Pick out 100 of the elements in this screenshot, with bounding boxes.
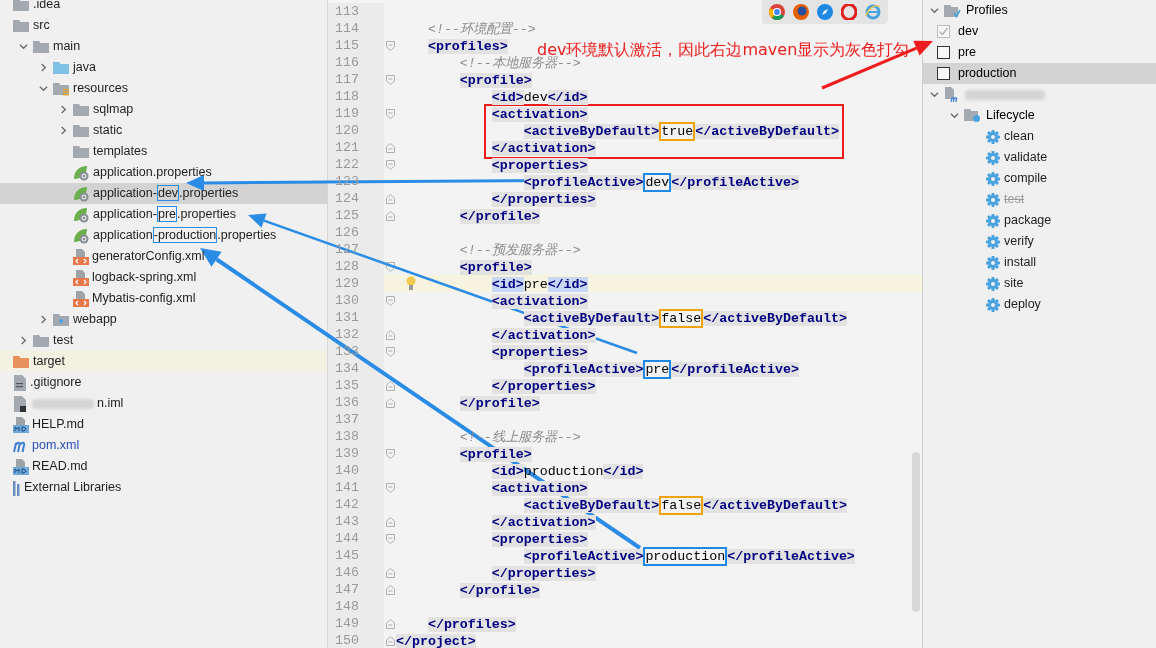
chevron-icon[interactable] — [18, 42, 28, 51]
fold-marker-icon[interactable] — [385, 261, 395, 272]
tree-row[interactable]: application-dev.properties — [0, 183, 327, 204]
code-line: <id>pre</id> — [490, 277, 588, 292]
tree-label: Lifecycle — [986, 107, 1035, 125]
chevron-icon[interactable] — [58, 126, 68, 135]
file-name: webapp — [73, 311, 117, 329]
fold-marker-icon[interactable] — [385, 40, 395, 51]
fold-marker-icon[interactable] — [385, 329, 395, 340]
chevron-icon[interactable] — [930, 6, 939, 15]
file-name: n.iml — [97, 395, 124, 413]
tree-row[interactable]: webapp — [0, 309, 327, 330]
tree-row[interactable]: logback-spring.xml — [0, 267, 327, 288]
tree-row[interactable]: .gitignore — [0, 372, 327, 393]
tree-row[interactable]: pom.xml — [0, 435, 327, 456]
markdown-file-icon — [13, 416, 29, 433]
tree-row[interactable]: n.iml — [0, 393, 327, 414]
tree-label: Profiles — [966, 2, 1008, 20]
tree-row[interactable]: Mybatis-config.xml — [0, 288, 327, 309]
lifecycle-goal[interactable]: site — [923, 273, 1156, 294]
tree-row[interactable]: java — [0, 57, 327, 78]
fold-marker-icon[interactable] — [385, 448, 395, 459]
lifecycle-goal[interactable]: validate — [923, 147, 1156, 168]
tree-row[interactable]: application-production.properties — [0, 225, 327, 246]
line-number: 120 — [335, 123, 359, 138]
tree-row[interactable]: generatorConfig.xml — [0, 246, 327, 267]
tree-row[interactable]: resources — [0, 78, 327, 99]
tree-row[interactable]: target — [0, 351, 327, 372]
compass-icon[interactable] — [817, 4, 833, 20]
lifecycle-goal[interactable]: clean — [923, 126, 1156, 147]
tree-row[interactable]: static — [0, 120, 327, 141]
browser-icon[interactable] — [841, 4, 857, 20]
lightbulb-icon[interactable] — [406, 276, 416, 291]
folder-icon — [73, 123, 90, 138]
tree-row[interactable]: READ.md — [0, 456, 327, 477]
tree-row[interactable]: templates — [0, 141, 327, 162]
checkbox[interactable] — [937, 67, 950, 80]
file-name: External Libraries — [24, 479, 122, 497]
tree-row[interactable]: sqlmap — [0, 99, 327, 120]
lifecycle-goal[interactable]: install — [923, 252, 1156, 273]
line-number: 148 — [335, 599, 359, 614]
lifecycle-goal[interactable]: verify — [923, 231, 1156, 252]
scrollbar[interactable] — [912, 452, 920, 612]
tree-row[interactable]: test — [0, 330, 327, 351]
profile-name: production — [958, 65, 1017, 83]
code-line: <!--预发服务器--> — [458, 243, 581, 258]
code-line: <profileActive>dev</profileActive> — [522, 175, 799, 190]
gear-icon — [986, 255, 1000, 270]
fold-marker-icon[interactable] — [385, 584, 395, 595]
chevron-icon[interactable] — [58, 105, 68, 114]
line-number: 129 — [335, 276, 359, 291]
fold-marker-icon[interactable] — [385, 295, 395, 306]
line-number: 124 — [335, 191, 359, 206]
line-number: 116 — [335, 55, 359, 70]
fold-marker-icon[interactable] — [385, 210, 395, 221]
line-number: 145 — [335, 548, 359, 563]
line-number: 121 — [335, 140, 359, 155]
file-name: java — [73, 59, 96, 77]
profile-row[interactable]: pre — [923, 42, 1156, 63]
fold-marker-icon[interactable] — [385, 74, 395, 85]
checkbox[interactable] — [937, 25, 950, 38]
fold-marker-icon[interactable] — [385, 482, 395, 493]
profile-row[interactable]: production — [923, 63, 1156, 84]
chevron-icon[interactable] — [18, 336, 28, 345]
code-line: <activeByDefault>false</activeByDefault> — [522, 311, 847, 326]
chevron-icon[interactable] — [930, 90, 939, 99]
fold-marker-icon[interactable] — [385, 397, 395, 408]
tree-row[interactable]: src — [0, 15, 327, 36]
tree-row[interactable]: application-pre.properties — [0, 204, 327, 225]
chevron-icon[interactable] — [38, 84, 48, 93]
fold-marker-icon[interactable] — [385, 380, 395, 391]
browser-icon[interactable] — [769, 4, 785, 20]
fold-marker-icon[interactable] — [385, 346, 395, 357]
fold-marker-icon[interactable] — [385, 193, 395, 204]
checkbox[interactable] — [937, 46, 950, 59]
fold-marker-icon[interactable] — [385, 159, 395, 170]
browser-icon[interactable] — [793, 4, 809, 20]
chevron-icon[interactable] — [38, 63, 48, 72]
fold-marker-icon[interactable] — [385, 567, 395, 578]
lifecycle-goal[interactable]: package — [923, 210, 1156, 231]
chevron-icon[interactable] — [38, 315, 48, 324]
leaf-icon — [73, 185, 90, 202]
folder-icon — [13, 354, 30, 369]
fold-marker-icon[interactable] — [385, 108, 395, 119]
lifecycle-goal[interactable]: deploy — [923, 294, 1156, 315]
xml-file-icon — [73, 248, 89, 265]
tree-row[interactable]: main — [0, 36, 327, 57]
gear-icon — [986, 171, 1000, 186]
tree-row[interactable]: External Libraries — [0, 477, 327, 498]
gear-icon — [986, 192, 1000, 207]
chevron-icon[interactable] — [950, 111, 959, 120]
lifecycle-goal[interactable]: compile — [923, 168, 1156, 189]
fold-marker-icon[interactable] — [385, 533, 395, 544]
fold-marker-icon[interactable] — [385, 516, 395, 527]
tree-row[interactable]: HELP.md — [0, 414, 327, 435]
fold-marker-icon[interactable] — [385, 142, 395, 153]
fold-marker-icon[interactable] — [385, 635, 395, 646]
fold-marker-icon[interactable] — [385, 618, 395, 629]
tree-row[interactable]: application.properties — [0, 162, 327, 183]
profile-row[interactable]: dev — [923, 21, 1156, 42]
